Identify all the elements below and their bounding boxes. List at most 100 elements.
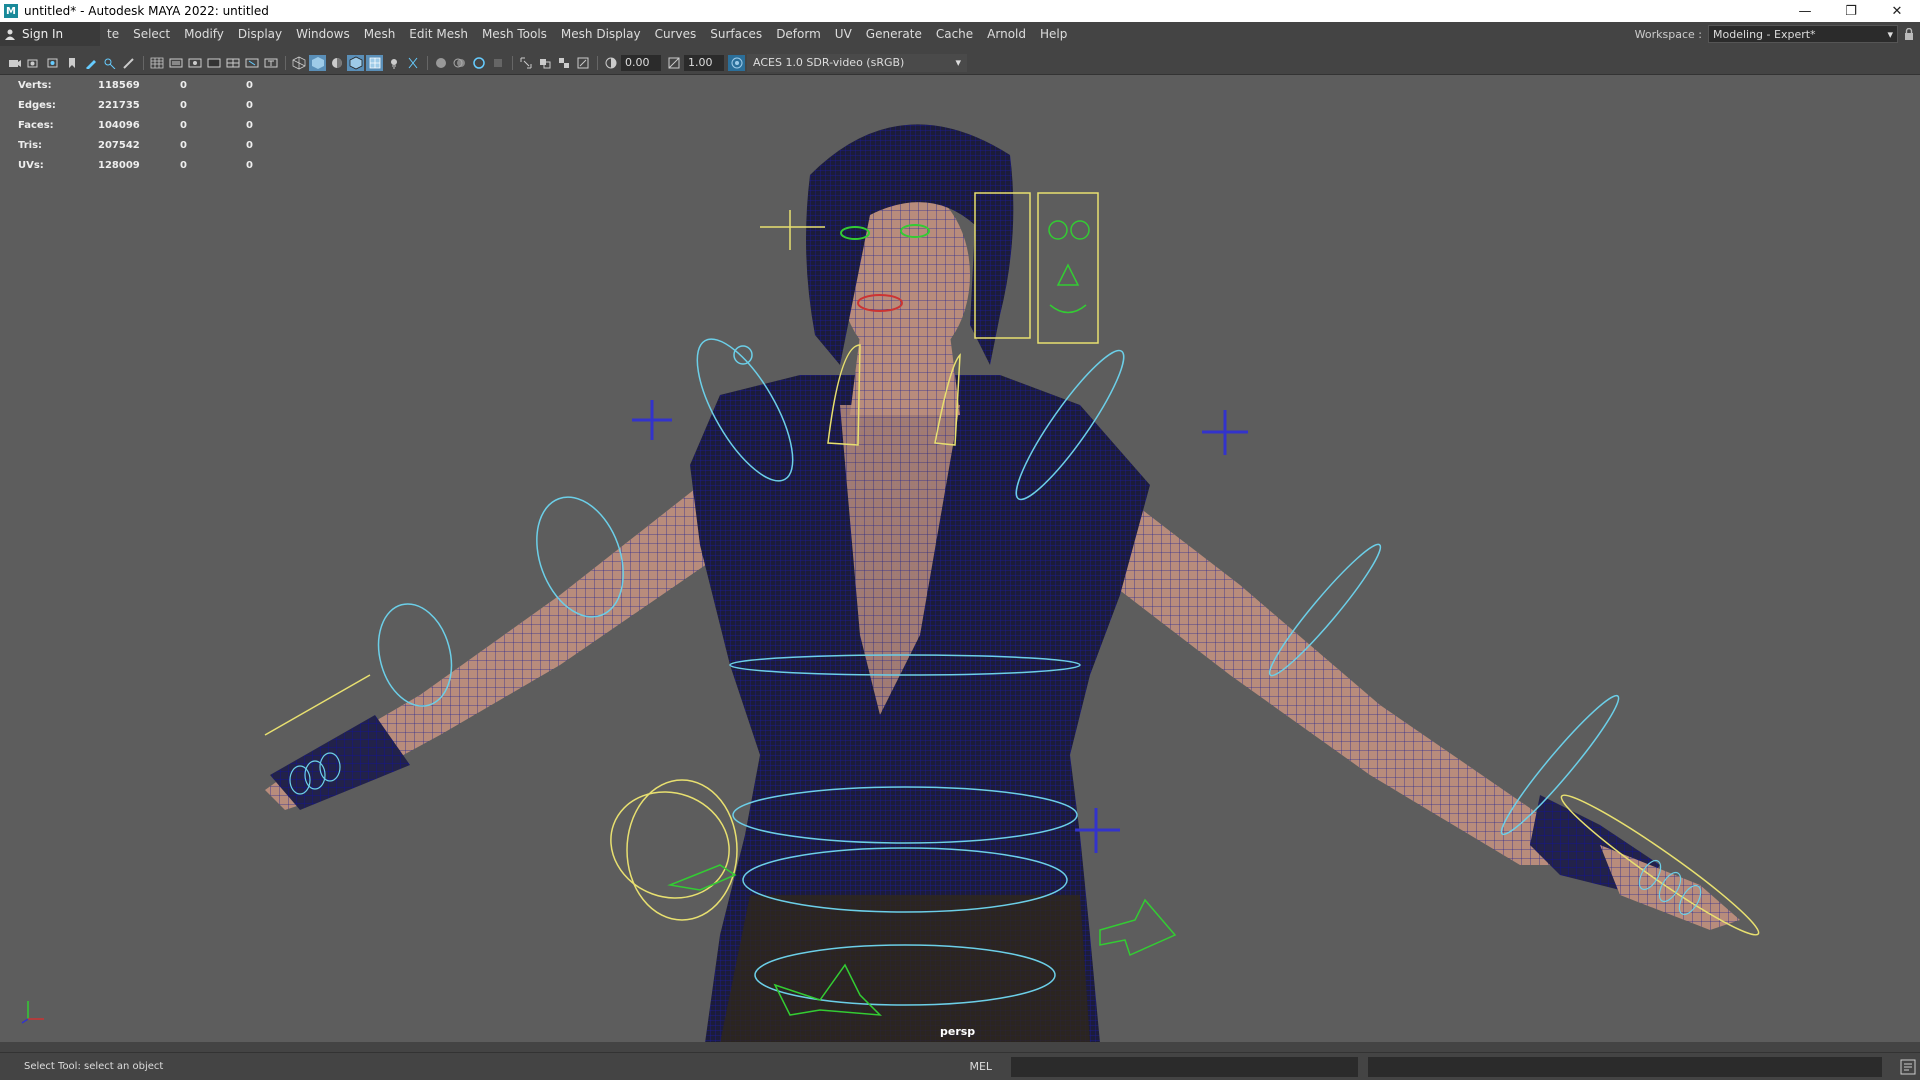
hud-label: Tris:: [18, 139, 43, 151]
exposure-field[interactable]: 0.00: [621, 55, 661, 71]
depth-of-field-icon[interactable]: [489, 55, 506, 71]
menu-bar: Sign In te Select Modify Display Windows…: [0, 22, 1920, 46]
menu-item-select[interactable]: Select: [126, 22, 177, 46]
menu-item-help[interactable]: Help: [1033, 22, 1074, 46]
wireframe-on-shaded-icon[interactable]: [347, 55, 364, 71]
workspace-value: Modeling - Expert*: [1713, 27, 1816, 41]
field-chart-icon[interactable]: [224, 55, 241, 71]
xray-components-icon[interactable]: [574, 55, 591, 71]
grid-icon[interactable]: [148, 55, 165, 71]
film-gate-icon[interactable]: [167, 55, 184, 71]
isolate-select-icon[interactable]: [517, 55, 534, 71]
toolbar-separator: [143, 56, 144, 70]
left-arm-mesh: [265, 485, 720, 810]
chevron-down-icon: ▾: [1887, 27, 1893, 41]
command-result-field: [1367, 1056, 1883, 1077]
grease-pencil-icon[interactable]: [82, 55, 99, 71]
bookmark-icon[interactable]: [44, 55, 61, 71]
menu-item-deform[interactable]: Deform: [769, 22, 828, 46]
hud-value: 221735: [98, 99, 140, 111]
toolbar-separator: [427, 56, 428, 70]
hud-component: 0: [246, 159, 253, 171]
hud-value: 104096: [98, 119, 140, 131]
lock-icon[interactable]: [1898, 28, 1920, 40]
help-line-text: Select Tool: select an object: [24, 1061, 164, 1072]
view-transform-dropdown[interactable]: ACES 1.0 SDR-video (sRGB) ▾: [747, 54, 967, 72]
gate-mask-icon[interactable]: [205, 55, 222, 71]
safe-action-icon[interactable]: [243, 55, 260, 71]
wireframe-icon[interactable]: [290, 55, 307, 71]
default-material-icon[interactable]: [328, 55, 345, 71]
hud-row-faces: Faces: 104096 0 0: [18, 115, 266, 135]
hud-value: 118569: [98, 79, 140, 91]
hud-selected: 0: [180, 139, 187, 151]
smooth-shade-icon[interactable]: [309, 55, 326, 71]
menu-item-display[interactable]: Display: [231, 22, 289, 46]
minimize-icon[interactable]: —: [1782, 0, 1828, 22]
xray-icon[interactable]: [536, 55, 553, 71]
torso-mesh: [690, 375, 1150, 1042]
textured-icon[interactable]: [366, 55, 383, 71]
panel-toolbar: 0.00 1.00 ACES 1.0 SDR-video (sRGB) ▾: [0, 52, 1920, 74]
script-language-toggle[interactable]: MEL: [950, 1060, 1011, 1073]
menu-item-uv[interactable]: UV: [828, 22, 859, 46]
view-axis-icon: [21, 1001, 44, 1024]
menu-item-mesh-display[interactable]: Mesh Display: [554, 22, 648, 46]
script-editor-icon[interactable]: [1896, 1057, 1920, 1077]
hud-value: 128009: [98, 159, 140, 171]
toolbar-separator: [512, 56, 513, 70]
gamma-field[interactable]: 1.00: [684, 55, 724, 71]
hud-component: 0: [246, 79, 253, 91]
workspace-dropdown[interactable]: Modeling - Expert* ▾: [1708, 25, 1898, 43]
hud-component: 0: [246, 139, 253, 151]
hud-row-edges: Edges: 221735 0 0: [18, 95, 266, 115]
camera-attributes-icon[interactable]: [25, 55, 42, 71]
menu-item-cache[interactable]: Cache: [929, 22, 980, 46]
view-transform-value: ACES 1.0 SDR-video (sRGB): [753, 56, 905, 69]
head-mesh: [806, 124, 1014, 415]
menu-item-mesh-tools[interactable]: Mesh Tools: [475, 22, 554, 46]
hud-selected: 0: [180, 119, 187, 131]
viewport-persp[interactable]: Verts: 118569 0 0 Edges: 221735 0 0 Face…: [0, 74, 1920, 1042]
safe-title-icon[interactable]: [262, 55, 279, 71]
menu-item-file-truncated[interactable]: te: [100, 22, 126, 46]
anti-aliasing-icon[interactable]: [470, 55, 487, 71]
xray-joints-icon[interactable]: [555, 55, 572, 71]
menu-item-curves[interactable]: Curves: [648, 22, 704, 46]
gamma-icon[interactable]: [665, 55, 682, 71]
window-title: untitled* - Autodesk MAYA 2022: untitled: [24, 4, 269, 18]
title-bar: M untitled* - Autodesk MAYA 2022: untitl…: [0, 0, 1920, 22]
exposure-icon[interactable]: [602, 55, 619, 71]
resolution-gate-icon[interactable]: [186, 55, 203, 71]
hud-label: Verts:: [18, 79, 52, 91]
hud-component: 0: [246, 119, 253, 131]
camera-icon[interactable]: [6, 55, 23, 71]
image-plane-icon[interactable]: [63, 55, 80, 71]
pencil-icon[interactable]: [120, 55, 137, 71]
command-line-input[interactable]: [1011, 1056, 1358, 1077]
menu-item-surfaces[interactable]: Surfaces: [703, 22, 769, 46]
user-icon: [5, 29, 15, 40]
menu-item-edit-mesh[interactable]: Edit Mesh: [402, 22, 475, 46]
hud-row-tris: Tris: 207542 0 0: [18, 135, 266, 155]
hud-value: 207542: [98, 139, 140, 151]
motion-blur-icon[interactable]: [451, 55, 468, 71]
workspace-label: Workspace :: [1634, 27, 1702, 41]
color-management-icon[interactable]: [728, 55, 745, 71]
menu-item-windows[interactable]: Windows: [289, 22, 357, 46]
shadows-icon[interactable]: [404, 55, 421, 71]
ambient-occlusion-icon[interactable]: [432, 55, 449, 71]
toolbar-separator: [597, 56, 598, 70]
menu-item-modify[interactable]: Modify: [177, 22, 231, 46]
sign-in-button[interactable]: Sign In: [0, 22, 100, 46]
camera-label: persp: [940, 1025, 976, 1038]
2d-pan-zoom-icon[interactable]: [101, 55, 118, 71]
lights-icon[interactable]: [385, 55, 402, 71]
hud-label: Faces:: [18, 119, 54, 131]
hud-row-uvs: UVs: 128009 0 0: [18, 155, 266, 175]
menu-item-arnold[interactable]: Arnold: [980, 22, 1033, 46]
menu-item-mesh[interactable]: Mesh: [357, 22, 403, 46]
close-icon[interactable]: ✕: [1874, 0, 1920, 22]
menu-item-generate[interactable]: Generate: [859, 22, 929, 46]
restore-icon[interactable]: ❐: [1828, 0, 1874, 22]
